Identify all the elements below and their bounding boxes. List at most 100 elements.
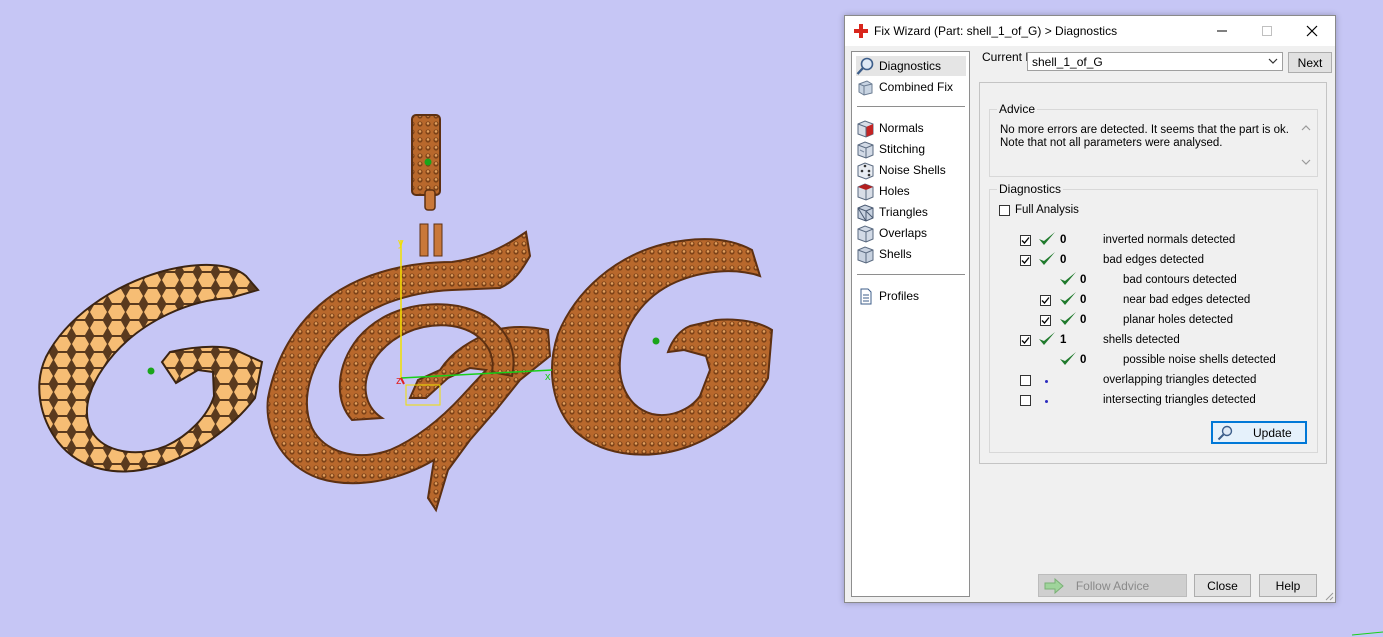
close-button[interactable]: Close [1194,574,1251,597]
bad-edges-checkbox[interactable] [1020,255,1031,266]
ok-checkmark-icon [1060,352,1076,365]
honeycomb-g-model[interactable] [38,264,264,473]
intersecting-triangles-checkbox[interactable] [1020,395,1031,406]
normals-cube-icon [857,119,874,138]
magnifier-icon [1217,425,1233,441]
window-title: Fix Wizard (Part: shell_1_of_G) > Diagno… [874,24,1118,38]
sidebar-item-label: Shells [879,247,912,261]
triangles-cube-icon [857,203,874,222]
x-axis-label: x [545,371,551,383]
resize-grip-icon[interactable] [1324,591,1334,601]
diagnostics-title: Diagnostics [997,182,1064,196]
help-button[interactable]: Help [1259,574,1317,597]
magnifier-icon [856,57,874,75]
shells-count: 1 [1060,334,1067,346]
corner-axis-mark [1351,631,1383,636]
sidebar-item-noise-shells[interactable]: Noise Shells [856,160,966,180]
sidebar-item-label: Normals [879,121,924,135]
fix-wizard-sidebar: Diagnostics Combined Fix Normals Stitchi… [851,51,970,597]
inverted-normals-label: inverted normals detected [1103,234,1236,246]
bad-edges-label: bad edges detected [1103,254,1205,266]
advice-scrollbar[interactable] [1299,122,1313,168]
document-icon [860,288,872,304]
bad-edges-count: 0 [1060,254,1067,266]
advice-line-1: No more errors are detected. It seems th… [1000,124,1289,136]
minimize-icon [1216,30,1227,32]
sidebar-item-shells[interactable]: Shells [856,244,966,264]
ok-checkmark-icon [1039,252,1055,265]
advice-title: Advice [997,102,1038,116]
sidebar-divider [857,274,965,275]
current-part-value: shell_1_of_G [1032,55,1103,69]
sidebar-item-profiles[interactable]: Profiles [856,286,966,306]
shells-label: shells detected [1103,334,1180,346]
pivot-marker-bail [424,158,432,166]
planar-holes-label: planar holes detected [1123,314,1233,326]
overlapping-triangles-label: overlapping triangles detected [1103,374,1257,386]
shells-cube-icon [857,245,874,264]
update-button[interactable]: Update [1211,421,1307,444]
near-bad-edges-label: near bad edges detected [1123,294,1251,306]
sidebar-item-label: Triangles [879,205,928,219]
near-bad-edges-count: 0 [1080,294,1087,306]
ok-checkmark-icon [1060,292,1076,305]
noise-shells-count: 0 [1080,354,1087,366]
inverted-normals-checkbox[interactable] [1020,235,1031,246]
sidebar-item-combined-fix[interactable]: Combined Fix [856,77,966,97]
pivot-marker-right [652,337,660,345]
stitching-cube-icon [857,140,874,159]
close-window-button[interactable] [1289,16,1334,46]
diagnostics-group: Diagnostics Full Analysis 0 inverted nor… [989,182,1318,453]
minimize-button[interactable] [1199,16,1244,46]
studded-g-model[interactable] [266,114,552,513]
full-analysis-label: Full Analysis [1015,204,1079,216]
near-bad-edges-checkbox[interactable] [1040,295,1051,306]
planar-holes-checkbox[interactable] [1040,315,1051,326]
studded-g-model-right[interactable] [551,238,774,456]
chevron-down-icon [1268,58,1278,64]
sidebar-item-label: Diagnostics [879,59,942,73]
overlaps-cube-icon [857,224,874,243]
current-part-select[interactable]: shell_1_of_G [1027,52,1283,71]
sidebar-item-label: Combined Fix [879,80,954,94]
maximize-button[interactable] [1244,16,1289,46]
follow-advice-label: Follow Advice [1075,578,1150,593]
planar-holes-count: 0 [1080,314,1087,326]
maximize-icon [1261,26,1272,36]
advice-line-2: Note that not all parameters were analys… [1000,137,1223,149]
sidebar-item-holes[interactable]: Holes [856,181,966,201]
title-bar[interactable]: Fix Wizard (Part: shell_1_of_G) > Diagno… [845,16,1335,46]
sidebar-item-label: Holes [879,184,910,198]
bad-contours-count: 0 [1080,274,1087,286]
pending-dot-icon [1045,400,1048,403]
fix-wizard-dialog: Fix Wizard (Part: shell_1_of_G) > Diagno… [844,15,1336,603]
ok-checkmark-icon [1039,332,1055,345]
z-axis-label: z [396,375,402,387]
sidebar-divider [857,106,965,107]
noise-shells-label: possible noise shells detected [1123,354,1276,366]
pending-dot-icon [1045,380,1048,383]
diagnostics-panel: Advice No more errors are detected. It s… [979,82,1327,464]
next-button[interactable]: Next [1288,52,1332,73]
sidebar-item-label: Overlaps [879,226,928,240]
update-button-label: Update [1253,426,1292,440]
intersecting-triangles-label: intersecting triangles detected [1103,394,1256,406]
sidebar-item-triangles[interactable]: Triangles [856,202,966,222]
bad-contours-label: bad contours detected [1123,274,1237,286]
shells-checkbox[interactable] [1020,335,1031,346]
advice-group: Advice No more errors are detected. It s… [989,102,1318,177]
ok-checkmark-icon [1060,272,1076,285]
overlapping-triangles-checkbox[interactable] [1020,375,1031,386]
follow-advice-button[interactable]: Follow Advice [1038,574,1187,597]
sidebar-item-stitching[interactable]: Stitching [856,139,966,159]
close-icon [1306,25,1317,37]
arrow-right-icon [1044,578,1064,594]
sidebar-item-overlaps[interactable]: Overlaps [856,223,966,243]
sidebar-item-normals[interactable]: Normals [856,118,966,138]
sidebar-item-diagnostics[interactable]: Diagnostics [856,56,966,76]
sidebar-item-label: Stitching [879,142,926,156]
ok-checkmark-icon [1060,312,1076,325]
full-analysis-checkbox[interactable] [999,205,1010,216]
advice-text: No more errors are detected. It seems th… [1000,124,1290,150]
cube-icon [858,79,873,96]
